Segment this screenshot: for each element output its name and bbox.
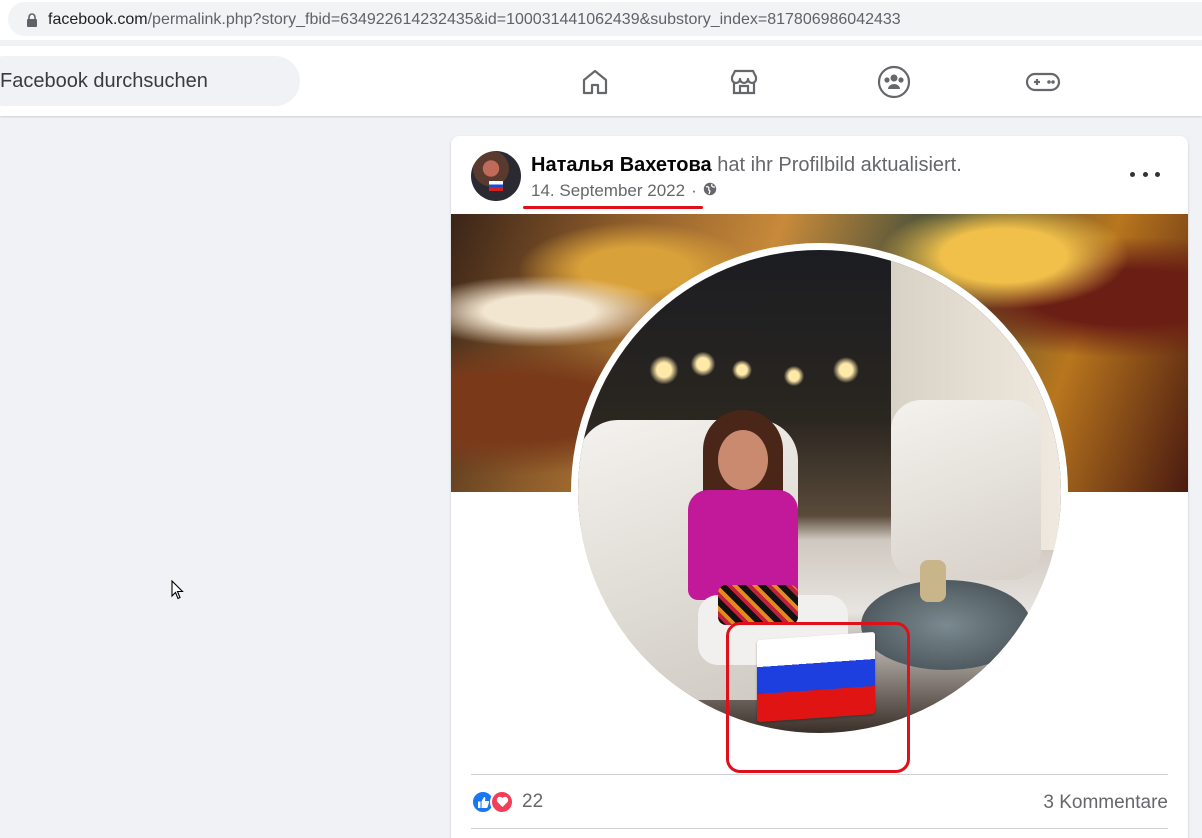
flag-annotation-box [726, 622, 910, 773]
url-text[interactable]: facebook.com/permalink.php?story_fbid=63… [48, 11, 901, 29]
post-date[interactable]: 14. September 2022 [531, 181, 685, 201]
home-icon[interactable] [575, 62, 615, 102]
dot-icon [1142, 171, 1148, 177]
more-options-button[interactable] [1130, 164, 1160, 184]
search-box[interactable] [0, 56, 300, 106]
url-field[interactable]: facebook.com/permalink.php?story_fbid=63… [8, 2, 1202, 36]
url-path: /permalink.php?story_fbid=63492261423243… [147, 11, 901, 28]
post-action-text: hat ihr Profilbild aktualisiert. [717, 154, 962, 176]
facebook-top-nav [0, 46, 1202, 116]
love-reaction-icon [490, 790, 514, 814]
divider [471, 828, 1168, 829]
search-input[interactable] [0, 56, 290, 106]
embroidered-bag [718, 585, 798, 625]
url-host: facebook.com [48, 11, 148, 28]
reaction-count: 22 [522, 791, 544, 812]
pink-top [688, 490, 798, 600]
author-name[interactable]: Наталья Вахетова [531, 154, 712, 176]
meta-separator: · [691, 181, 697, 200]
lock-icon[interactable] [26, 13, 38, 33]
author-avatar[interactable] [471, 151, 521, 201]
post-card: Наталья Вахетова hat ihr Profilbild aktu… [451, 136, 1188, 838]
divider [471, 774, 1168, 775]
groups-icon[interactable] [874, 62, 914, 102]
post-headline: Наталья Вахетова hat ihr Profilbild aktu… [531, 154, 962, 177]
comments-count-link[interactable]: 3 Kommentare [1043, 792, 1168, 814]
browser-address-bar: facebook.com/permalink.php?story_fbid=63… [0, 0, 1202, 40]
reactions-summary[interactable]: 22 [471, 790, 543, 814]
white-armchair-right [891, 400, 1041, 580]
gaming-icon[interactable] [1023, 62, 1063, 102]
dot-icon [1155, 171, 1160, 177]
mouse-cursor-icon [171, 579, 185, 605]
post-meta: 14. September 2022 · [531, 181, 717, 201]
vase [920, 560, 946, 602]
globe-icon [703, 181, 717, 201]
dot-icon [1130, 171, 1135, 177]
date-annotation-underline [523, 206, 703, 209]
face [718, 430, 768, 490]
marketplace-icon[interactable] [724, 62, 764, 102]
mini-flag-icon [489, 181, 503, 191]
